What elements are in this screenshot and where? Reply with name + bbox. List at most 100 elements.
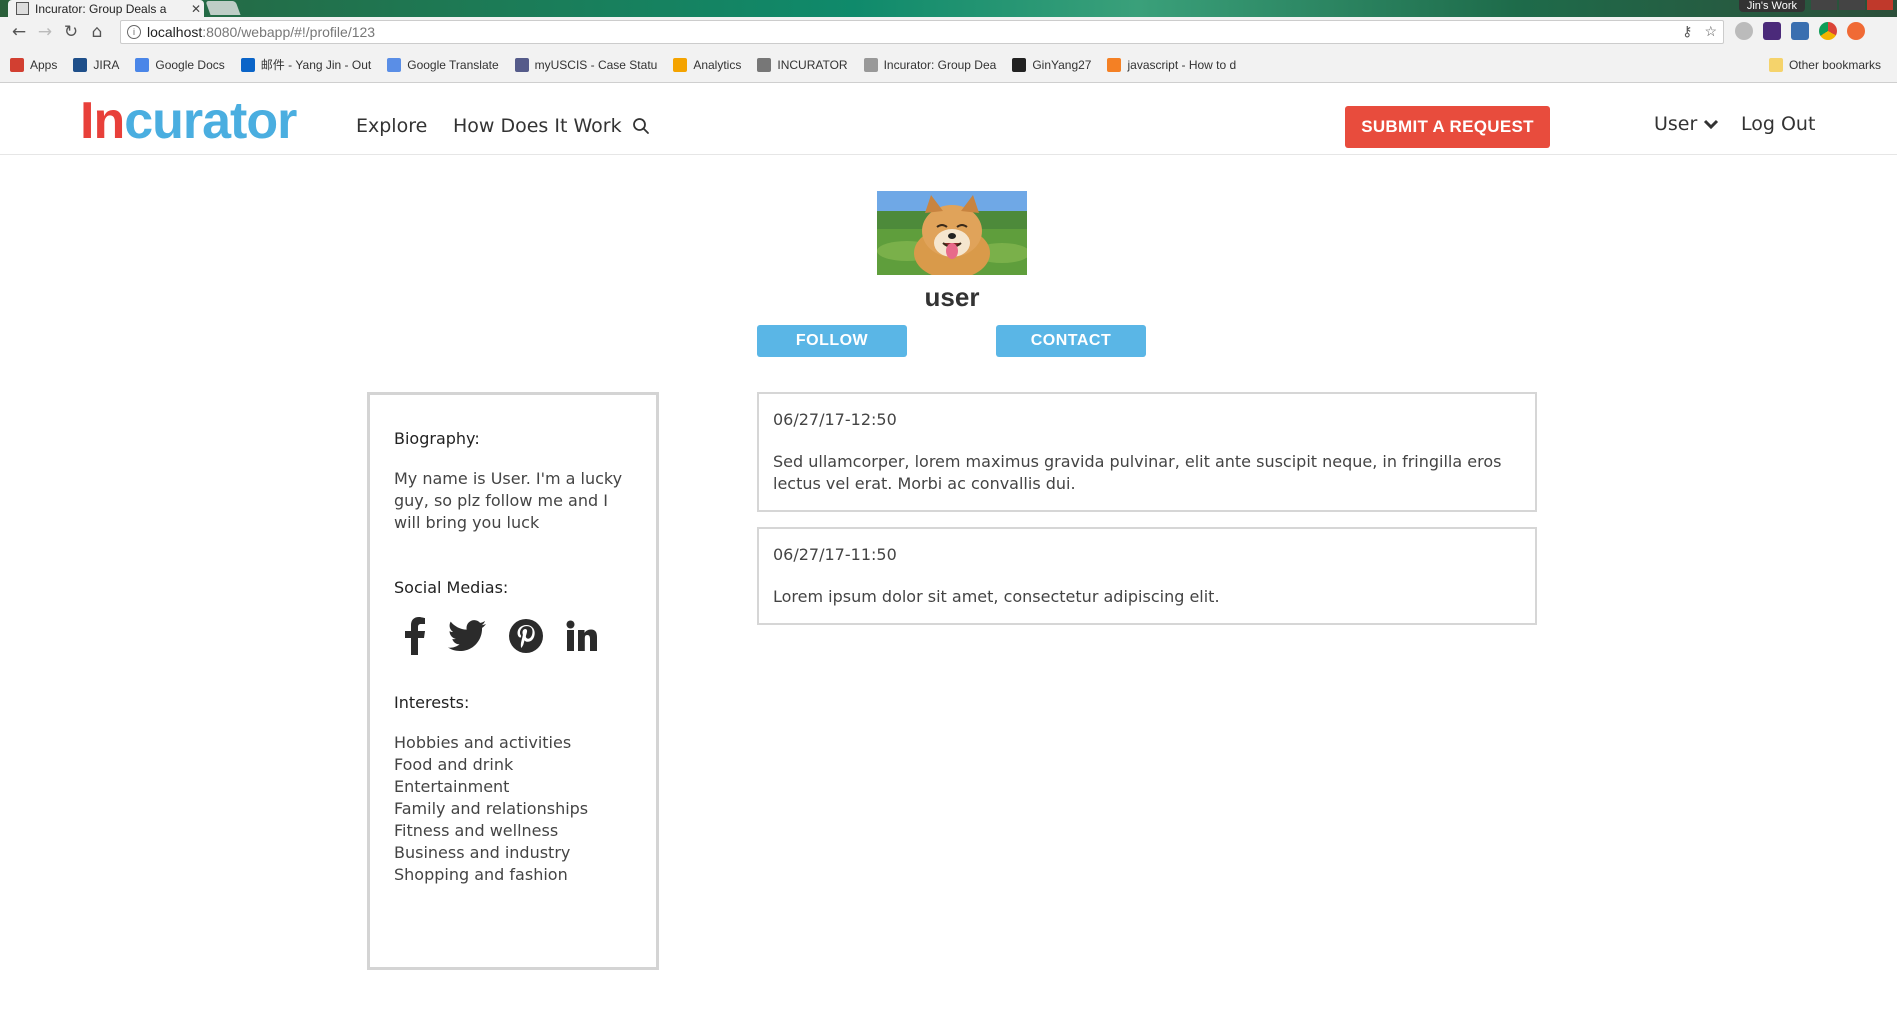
- analytics-icon: [673, 57, 688, 72]
- new-tab-button[interactable]: [205, 1, 241, 15]
- biography-section: Biography: My name is User. I'm a lucky …: [394, 429, 632, 534]
- contact-button[interactable]: CONTACT: [996, 325, 1146, 357]
- url-host: localhost: [147, 24, 203, 40]
- pinterest-icon[interactable]: [508, 618, 544, 654]
- bookmark-item[interactable]: Google Translate: [387, 57, 499, 72]
- extension-badge-icon[interactable]: [1791, 22, 1809, 40]
- window-profile-label[interactable]: Jin's Work: [1738, 0, 1805, 12]
- window-controls: [1811, 0, 1893, 10]
- biography-heading: Biography:: [394, 429, 480, 448]
- extension-onenote-icon[interactable]: [1763, 22, 1781, 40]
- bookmark-label: javascript - How to d: [1127, 57, 1237, 72]
- incurator-logo[interactable]: Incurator: [80, 92, 297, 150]
- bookmark-item[interactable]: Google Docs: [135, 57, 225, 72]
- folder-icon: [1768, 57, 1783, 72]
- google-docs-icon: [135, 57, 150, 72]
- user-dropdown[interactable]: User: [1654, 113, 1719, 135]
- extension-chrome-icon[interactable]: [1819, 22, 1837, 40]
- forward-arrow-icon[interactable]: →: [32, 19, 58, 45]
- bookmark-item[interactable]: GinYang27: [1012, 57, 1092, 72]
- bookmark-item[interactable]: Incurator: Group Dea: [863, 57, 996, 72]
- submit-request-button[interactable]: SUBMIT A REQUEST: [1345, 106, 1550, 148]
- bookmark-label: Analytics: [693, 57, 742, 72]
- extension-icons: [1735, 22, 1865, 40]
- chevron-down-icon: [1704, 119, 1719, 130]
- other-bookmarks[interactable]: Other bookmarks: [1768, 57, 1881, 72]
- post-card: 06/27/17-12:50 Sed ullamcorper, lorem ma…: [757, 392, 1537, 512]
- github-icon: [1012, 57, 1027, 72]
- avatar: [877, 191, 1027, 275]
- twitter-icon[interactable]: [448, 620, 486, 652]
- bookmark-label: Google Translate: [407, 57, 499, 72]
- bookmark-label: JIRA: [93, 57, 120, 72]
- shiba-dog-avatar-image: [877, 191, 1027, 275]
- address-bar[interactable]: i localhost:8080/webapp/#!/profile/123 ⚷…: [120, 20, 1724, 44]
- bookmark-item[interactable]: Analytics: [673, 57, 742, 72]
- list-item: Family and relationships: [394, 799, 589, 818]
- post-date: 06/27/17-12:50: [773, 410, 897, 429]
- follow-button[interactable]: FOLLOW: [757, 325, 907, 357]
- bookmark-item[interactable]: myUSCIS - Case Statu: [514, 57, 658, 72]
- list-item: Fitness and wellness: [394, 821, 559, 840]
- nav-how-it-works[interactable]: How Does It Work: [453, 115, 622, 137]
- site-header: Incurator Explore How Does It Work SUBMI…: [0, 83, 1897, 155]
- profile-sidebar: Biography: My name is User. I'm a lucky …: [367, 392, 659, 970]
- nav-explore[interactable]: Explore: [356, 115, 427, 137]
- list-item: Shopping and fashion: [394, 865, 568, 884]
- browser-tab[interactable]: Incurator: Group Deals a ✕: [8, 0, 204, 17]
- bookmark-label: INCURATOR: [777, 57, 848, 72]
- site-info-icon[interactable]: i: [127, 25, 141, 39]
- key-icon[interactable]: ⚷: [1682, 23, 1692, 40]
- maximize-button[interactable]: [1839, 0, 1865, 10]
- biography-text: My name is User. I'm a lucky guy, so plz…: [394, 469, 623, 532]
- minimize-button[interactable]: [1811, 0, 1837, 10]
- user-menu-label: User: [1654, 113, 1698, 135]
- incurator-bookmark-icon: [757, 57, 772, 72]
- social-media-links: [404, 617, 632, 655]
- logo-in: In: [80, 92, 125, 150]
- apps-grid-icon: [10, 57, 24, 72]
- post-text: Lorem ipsum dolor sit amet, consectetur …: [773, 587, 1220, 606]
- bookmark-item[interactable]: INCURATOR: [757, 57, 848, 72]
- page-icon: [863, 57, 878, 72]
- incurator-favicon-icon: [16, 2, 29, 15]
- bookmark-item[interactable]: Apps: [10, 57, 58, 72]
- bookmark-label: GinYang27: [1032, 57, 1092, 72]
- bookmark-label: 邮件 - Yang Jin - Out: [260, 58, 372, 72]
- list-item: Business and industry: [394, 843, 571, 862]
- extension-block-icon[interactable]: [1847, 22, 1865, 40]
- list-item: Hobbies and activities: [394, 733, 572, 752]
- back-arrow-icon[interactable]: ←: [6, 19, 32, 45]
- jira-icon: [73, 57, 88, 72]
- bookmark-label: Apps: [30, 57, 58, 72]
- list-item: Food and drink: [394, 755, 514, 774]
- uscis-seal-icon: [514, 57, 529, 72]
- profile-username: user: [924, 282, 980, 312]
- outlook-icon: [240, 57, 255, 72]
- close-tab-icon[interactable]: ✕: [188, 2, 204, 16]
- interests-heading: Interests:: [394, 693, 470, 712]
- url-path: :8080/webapp/#!/profile/123: [202, 24, 376, 40]
- search-icon[interactable]: [632, 117, 650, 135]
- post-card: 06/27/17-11:50 Lorem ipsum dolor sit ame…: [757, 527, 1537, 625]
- bookmark-item[interactable]: 邮件 - Yang Jin - Out: [240, 56, 372, 73]
- facebook-icon[interactable]: [404, 617, 426, 655]
- logout-link[interactable]: Log Out: [1741, 113, 1815, 135]
- reload-icon[interactable]: ↻: [58, 19, 84, 45]
- bookmark-item[interactable]: JIRA: [73, 57, 120, 72]
- extension-angular-icon[interactable]: [1735, 22, 1753, 40]
- bookmark-star-icon[interactable]: ☆: [1704, 23, 1717, 40]
- linkedin-icon[interactable]: [566, 620, 598, 652]
- browser-toolbar: ← → ↻ ⌂ i localhost:8080/webapp/#!/profi…: [0, 17, 1897, 47]
- list-item: Entertainment: [394, 777, 510, 796]
- close-window-button[interactable]: [1867, 0, 1893, 10]
- post-text: Sed ullamcorper, lorem maximus gravida p…: [773, 452, 1502, 493]
- bookmark-label: myUSCIS - Case Statu: [534, 57, 658, 72]
- home-icon[interactable]: ⌂: [84, 19, 110, 45]
- other-bookmarks-label: Other bookmarks: [1788, 57, 1881, 72]
- bookmark-item[interactable]: javascript - How to d: [1107, 57, 1237, 72]
- interests-list: Hobbies and activities Food and drink En…: [394, 732, 632, 886]
- browser-tab-strip: Incurator: Group Deals a ✕ Jin's Work: [0, 0, 1897, 17]
- google-translate-icon: [387, 57, 402, 72]
- tab-title: Incurator: Group Deals a: [35, 1, 167, 16]
